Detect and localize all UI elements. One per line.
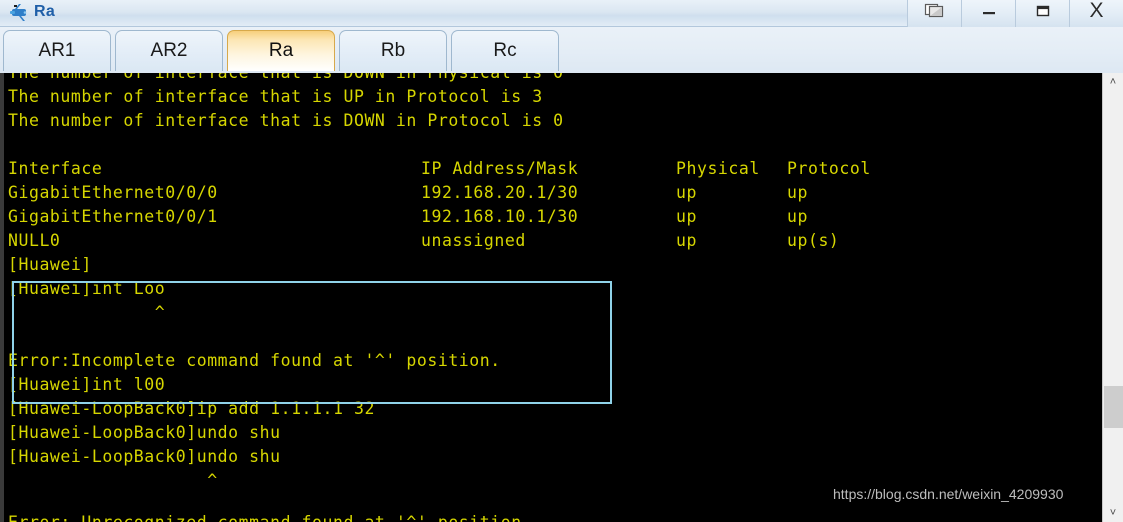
terminal-line: The number of interface that is UP in Pr…	[8, 87, 543, 106]
terminal-line: The number of interface that is DOWN in …	[8, 111, 564, 130]
terminal-text-area[interactable]: The number of interface that is DOWN in …	[4, 73, 1102, 522]
terminal-line: [Huawei-LoopBack0]undo shu	[8, 423, 281, 442]
window-controls: X	[907, 0, 1123, 27]
vertical-scrollbar[interactable]: ˄ ˅	[1102, 73, 1123, 522]
table-cell-ip: unassigned	[421, 231, 526, 250]
terminal-line: [Huawei-LoopBack0]undo shu	[8, 447, 281, 466]
close-icon: X	[1089, 0, 1104, 22]
table-row: NULL0	[8, 231, 61, 250]
title-bar: Ra X	[0, 0, 1123, 27]
tab-rb[interactable]: Rb	[339, 30, 447, 71]
table-header-interface: Interface	[8, 159, 103, 178]
window-title: Ra	[34, 3, 56, 20]
scroll-down-icon[interactable]: ˅	[1103, 504, 1123, 522]
tab-label: AR1	[38, 40, 76, 61]
minimize-button[interactable]	[961, 0, 1015, 27]
tab-strip: AR1 AR2 Ra Rb Rc	[0, 27, 1123, 73]
table-cell-protocol: up	[787, 207, 808, 226]
table-cell-ip: 192.168.10.1/30	[421, 207, 579, 226]
scroll-up-icon[interactable]: ˄	[1103, 73, 1123, 91]
terminal-output[interactable]: The number of interface that is DOWN in …	[0, 73, 1123, 522]
table-cell-physical: up	[676, 231, 697, 250]
tab-ar1[interactable]: AR1	[3, 30, 111, 71]
terminal-error-line: Error: Unrecognized command found at '^'…	[8, 511, 532, 522]
table-cell-physical: up	[676, 207, 697, 226]
scrollbar-thumb[interactable]	[1104, 386, 1123, 428]
close-button[interactable]: X	[1069, 0, 1123, 27]
table-header-ip: IP Address/Mask	[421, 159, 579, 178]
terminal-line: [Huawei]int Loo	[8, 279, 166, 298]
tab-ar2[interactable]: AR2	[115, 30, 223, 71]
terminal-line: The number of interface that is DOWN in …	[8, 73, 564, 85]
watermark: https://blog.csdn.net/weixin_4209930	[833, 486, 1064, 502]
table-header-protocol: Protocol	[787, 159, 871, 178]
table-row: GigabitEthernet0/0/0	[8, 183, 218, 202]
table-cell-physical: up	[676, 183, 697, 202]
terminal-line: [Huawei]int l00	[8, 375, 166, 394]
maximize-button[interactable]	[1015, 0, 1069, 27]
terminal-line: [Huawei-LoopBack0]ip add 1.1.1.1 32	[8, 399, 375, 418]
tab-ra[interactable]: Ra	[227, 30, 335, 71]
table-cell-protocol: up(s)	[787, 231, 840, 250]
table-header-physical: Physical	[676, 159, 760, 178]
emulator-window: Ra X AR1 AR2 Ra Rb Rc The number of inte…	[0, 0, 1123, 522]
tab-label: Rc	[493, 40, 517, 61]
tab-label: AR2	[150, 40, 188, 61]
terminal-caret-marker: ^	[8, 303, 166, 322]
tab-rc[interactable]: Rc	[451, 30, 559, 71]
tab-label: Rb	[380, 40, 406, 61]
terminal-error-line: Error:Incomplete command found at '^' po…	[8, 351, 501, 370]
table-cell-protocol: up	[787, 183, 808, 202]
router-icon	[8, 2, 30, 22]
terminal-line: [Huawei]	[8, 255, 92, 274]
restore-button[interactable]	[907, 0, 961, 27]
tab-label: Ra	[268, 40, 294, 61]
table-row: GigabitEthernet0/0/1	[8, 207, 218, 226]
terminal-caret-marker: ^	[8, 471, 218, 490]
table-cell-ip: 192.168.20.1/30	[421, 183, 579, 202]
